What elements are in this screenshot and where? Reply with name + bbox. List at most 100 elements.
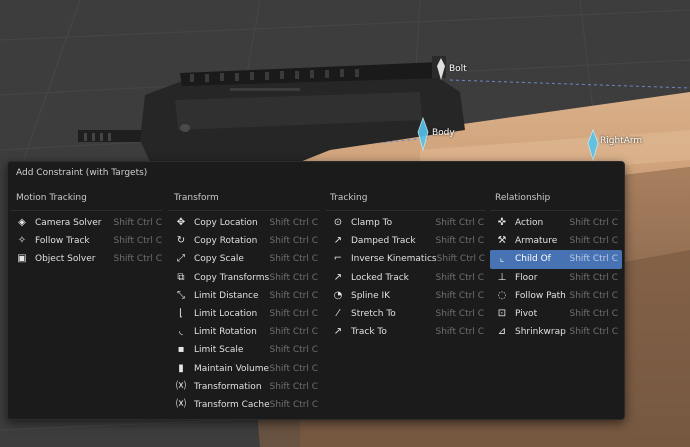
column-heading-transform: Transform <box>174 193 219 203</box>
column-transform: ✥ Copy Location Shift Ctrl C ↻ Copy Rotation… <box>169 214 322 414</box>
menu-item-clamp-to[interactable]: ⊙ Clamp To Shift Ctrl C <box>326 214 488 232</box>
menu-item-label: Locked Track <box>351 272 409 283</box>
stretch-to-icon: ⁄ <box>337 308 339 320</box>
maintain-volume-icon: ▮ <box>178 362 184 374</box>
limit-rotation-icon: ◟ <box>179 326 183 338</box>
copy-rotation-icon: ↻ <box>176 235 186 247</box>
child-of-icon: ⌞ <box>499 253 505 265</box>
menu-item-copy-location[interactable]: ✥ Copy Location Shift Ctrl C <box>169 214 322 232</box>
menu-item-label: Transform Cache <box>194 399 270 410</box>
menu-item-copy-rotation[interactable]: ↻ Copy Rotation Shift Ctrl C <box>169 232 322 250</box>
menu-item-shortcut: Shift Ctrl C <box>269 309 318 320</box>
limit-scale-icon: ▪ <box>177 344 185 356</box>
menu-item-follow-path[interactable]: ◌ Follow Path Shift Ctrl C <box>490 287 622 305</box>
pivot-icon: ⊡ <box>497 308 507 320</box>
menu-item-transform-cache[interactable]: ⒳ Transform Cache Shift Ctrl C <box>169 396 322 414</box>
menu-item-label: Damped Track <box>351 236 416 247</box>
damped-track-icon: ↗ <box>333 235 343 247</box>
column-relationship: ✜ Action Shift Ctrl C ⚒ Armature Shift Ctrl C… <box>490 214 622 341</box>
menu-item-shortcut: Shift Ctrl C <box>113 236 162 247</box>
menu-item-label: Inverse Kinematics <box>351 254 437 265</box>
floor-icon: ⊥ <box>497 271 507 283</box>
menu-item-floor[interactable]: ⊥ Floor Shift Ctrl C <box>490 269 622 287</box>
track-to-icon: ↗ <box>333 326 343 338</box>
menu-item-label: Clamp To <box>351 218 393 229</box>
limit-distance-icon: ⤡ <box>177 289 185 301</box>
menu-item-limit-scale[interactable]: ▪ Limit Scale Shift Ctrl C <box>169 341 322 359</box>
inverse-kinematics-icon: ⌐ <box>333 253 343 265</box>
menu-item-label: Armature <box>515 236 558 247</box>
menu-item-label: Track To <box>351 327 387 338</box>
menu-item-child-of[interactable]: ⌞ Child Of Shift Ctrl C <box>490 250 622 269</box>
menu-item-shortcut: Shift Ctrl C <box>269 218 318 229</box>
menu-item-label: Object Solver <box>35 254 96 265</box>
menu-item-shortcut: Shift Ctrl C <box>269 327 318 338</box>
menu-item-shortcut: Shift Ctrl C <box>569 290 618 301</box>
menu-item-label: Limit Distance <box>194 290 259 301</box>
menu-item-shortcut: Shift Ctrl C <box>113 254 162 265</box>
menu-item-shortcut: Shift Ctrl C <box>269 290 318 301</box>
menu-item-shortcut: Shift Ctrl C <box>569 236 618 247</box>
menu-item-shortcut: Shift Ctrl C <box>435 272 484 283</box>
armature-icon: ⚒ <box>497 235 507 247</box>
menu-item-action[interactable]: ✜ Action Shift Ctrl C <box>490 214 622 232</box>
menu-item-label: Shrinkwrap <box>515 327 566 338</box>
menu-item-label: Pivot <box>515 309 538 320</box>
menu-item-track-to[interactable]: ↗ Track To Shift Ctrl C <box>326 323 488 341</box>
menu-item-label: Floor <box>515 272 538 283</box>
menu-item-limit-distance[interactable]: ⤡ Limit Distance Shift Ctrl C <box>169 287 322 305</box>
action-icon: ✜ <box>497 217 507 229</box>
menu-item-inverse-kinematics[interactable]: ⌐ Inverse Kinematics Shift Ctrl C <box>326 250 488 268</box>
menu-item-armature[interactable]: ⚒ Armature Shift Ctrl C <box>490 232 622 250</box>
menu-item-camera-solver[interactable]: ◈ Camera Solver Shift Ctrl C <box>10 214 166 232</box>
menu-item-pivot[interactable]: ⊡ Pivot Shift Ctrl C <box>490 305 622 323</box>
menu-item-label: Action <box>515 218 544 229</box>
menu-item-transformation[interactable]: ⒳ Transformation Shift Ctrl C <box>169 378 322 396</box>
menu-item-label: Maintain Volume <box>194 363 270 374</box>
column-heading-motion-tracking: Motion Tracking <box>16 193 87 203</box>
menu-item-shortcut: Shift Ctrl C <box>569 272 618 283</box>
menu-item-shortcut: Shift Ctrl C <box>435 218 484 229</box>
add-constraint-menu: Add Constraint (with Targets) Motion Tra… <box>7 161 625 420</box>
menu-item-shrinkwrap[interactable]: ⊿ Shrinkwrap Shift Ctrl C <box>490 323 622 341</box>
bone-label-right-arm: RightArm <box>600 136 643 146</box>
menu-item-follow-track[interactable]: ✧ Follow Track Shift Ctrl C <box>10 232 166 250</box>
menu-item-shortcut: Shift Ctrl C <box>435 236 484 247</box>
column-motion-tracking: ◈ Camera Solver Shift Ctrl C ✧ Follow Track S… <box>10 214 166 269</box>
menu-item-object-solver[interactable]: ▣ Object Solver Shift Ctrl C <box>10 250 166 268</box>
menu-item-maintain-volume[interactable]: ▮ Maintain Volume Shift Ctrl C <box>169 360 322 378</box>
copy-scale-icon: ⤢ <box>177 253 185 265</box>
follow-track-icon: ✧ <box>17 235 27 247</box>
menu-item-shortcut: Shift Ctrl C <box>569 218 618 229</box>
limit-location-icon: ⌊ <box>179 308 183 320</box>
spline-ik-icon: ◔ <box>333 289 343 301</box>
column-heading-relationship: Relationship <box>495 193 551 203</box>
menu-item-shortcut: Shift Ctrl C <box>269 345 318 356</box>
menu-item-label: Camera Solver <box>35 218 102 229</box>
follow-path-icon: ◌ <box>497 289 507 301</box>
menu-item-limit-rotation[interactable]: ◟ Limit Rotation Shift Ctrl C <box>169 323 322 341</box>
menu-item-locked-track[interactable]: ↗ Locked Track Shift Ctrl C <box>326 269 488 287</box>
clamp-to-icon: ⊙ <box>333 217 343 229</box>
menu-item-stretch-to[interactable]: ⁄ Stretch To Shift Ctrl C <box>326 305 488 323</box>
transform-cache-icon: ⒳ <box>176 398 186 410</box>
menu-title: Add Constraint (with Targets) <box>16 168 148 178</box>
object-solver-icon: ▣ <box>17 253 27 265</box>
menu-item-shortcut: Shift Ctrl C <box>569 309 618 320</box>
column-tracking: ⊙ Clamp To Shift Ctrl C ↗ Damped Track Shift … <box>326 214 488 341</box>
menu-item-copy-scale[interactable]: ⤢ Copy Scale Shift Ctrl C <box>169 250 322 268</box>
menu-item-shortcut: Shift Ctrl C <box>269 254 318 265</box>
menu-item-label: Copy Rotation <box>194 236 258 247</box>
menu-item-label: Copy Location <box>194 218 258 229</box>
menu-item-label: Copy Scale <box>194 254 244 265</box>
menu-item-limit-location[interactable]: ⌊ Limit Location Shift Ctrl C <box>169 305 322 323</box>
locked-track-icon: ↗ <box>333 271 343 283</box>
menu-item-damped-track[interactable]: ↗ Damped Track Shift Ctrl C <box>326 232 488 250</box>
menu-item-spline-ik[interactable]: ◔ Spline IK Shift Ctrl C <box>326 287 488 305</box>
menu-item-label: Spline IK <box>351 290 391 301</box>
copy-transforms-icon: ⧉ <box>177 271 185 283</box>
menu-item-copy-transforms[interactable]: ⧉ Copy Transforms Shift Ctrl C <box>169 269 322 287</box>
menu-item-shortcut: Shift Ctrl C <box>569 327 618 338</box>
menu-item-shortcut: Shift Ctrl C <box>269 236 318 247</box>
menu-item-shortcut: Shift Ctrl C <box>569 254 618 265</box>
